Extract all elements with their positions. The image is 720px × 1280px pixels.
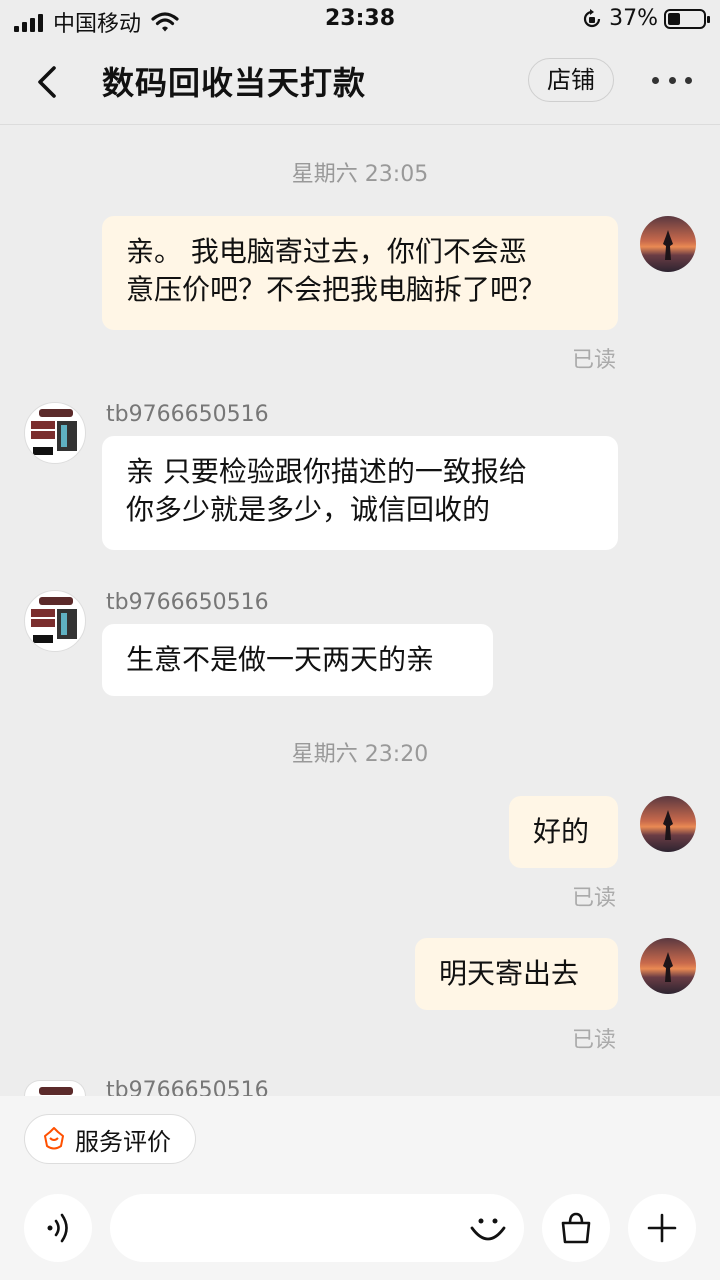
chevron-left-icon[interactable] <box>28 60 68 104</box>
message-bubble-outgoing[interactable]: 明天寄出去 <box>415 938 618 1010</box>
shop-avatar[interactable] <box>24 1080 86 1096</box>
my-avatar[interactable] <box>640 796 696 852</box>
message-input[interactable] <box>110 1194 524 1262</box>
my-avatar[interactable] <box>640 938 696 994</box>
voice-icon <box>47 1213 68 1243</box>
sender-name: tb9766650516 <box>106 590 269 615</box>
message-timestamp: 星期六 23:05 <box>291 162 429 187</box>
service-rating-label: 服务评价 <box>75 1127 171 1156</box>
sender-name: tb9766650516 <box>106 1078 269 1096</box>
rotation-lock-icon <box>584 8 601 27</box>
shop-avatar[interactable] <box>24 590 86 652</box>
message-bubble-incoming[interactable]: 亲 只要检验跟你描述的一致报给 你多少就是多少，诚信回收的 <box>102 436 618 550</box>
message-text: 亲。 我电脑寄过去，你们不会恶 <box>126 235 527 268</box>
bottom-input-bar: 服务评价 <box>0 1096 720 1280</box>
service-rating-button[interactable]: 服务评价 <box>24 1114 196 1164</box>
battery-percent: 37% <box>609 6 658 31</box>
message-text: 亲 只要检验跟你描述的一致报给 <box>126 455 527 488</box>
message-timestamp: 星期六 23:20 <box>291 742 429 767</box>
read-status: 已读 <box>571 886 616 911</box>
status-bar: 中国移动 23:38 37% <box>0 0 720 40</box>
message-bubble-outgoing[interactable]: 好的 <box>509 796 618 868</box>
bag-icon <box>561 1212 591 1244</box>
plus-icon <box>647 1213 677 1243</box>
message-text: 好的 <box>533 815 590 848</box>
smile-icon[interactable] <box>468 1208 508 1248</box>
message-bubble-incoming[interactable]: 生意不是做一天两天的亲 <box>102 624 493 696</box>
battery-icon <box>664 8 710 29</box>
message-bubble-outgoing[interactable]: 亲。 我电脑寄过去，你们不会恶 意压价吧？不会把我电脑拆了吧？ <box>102 216 618 330</box>
chat-header: 数码回收当天打款 店铺 <box>0 40 720 125</box>
message-text: 意压价吧？不会把我电脑拆了吧？ <box>126 273 547 306</box>
read-status: 已读 <box>571 348 616 373</box>
sender-name: tb9766650516 <box>106 402 269 427</box>
my-avatar[interactable] <box>640 216 696 272</box>
message-text: 你多少就是多少，诚信回收的 <box>126 493 491 526</box>
shop-bag-button[interactable] <box>542 1194 610 1262</box>
flower-icon <box>44 1127 64 1150</box>
plus-button[interactable] <box>628 1194 696 1262</box>
shop-avatar[interactable] <box>24 402 86 464</box>
more-dots-icon[interactable] <box>652 68 692 92</box>
shop-button[interactable]: 店铺 <box>528 58 614 102</box>
message-text: 生意不是做一天两天的亲 <box>126 643 435 676</box>
message-text: 明天寄出去 <box>439 957 580 990</box>
read-status: 已读 <box>571 1028 616 1053</box>
voice-button[interactable] <box>24 1194 92 1262</box>
page-title: 数码回收当天打款 <box>102 64 367 102</box>
